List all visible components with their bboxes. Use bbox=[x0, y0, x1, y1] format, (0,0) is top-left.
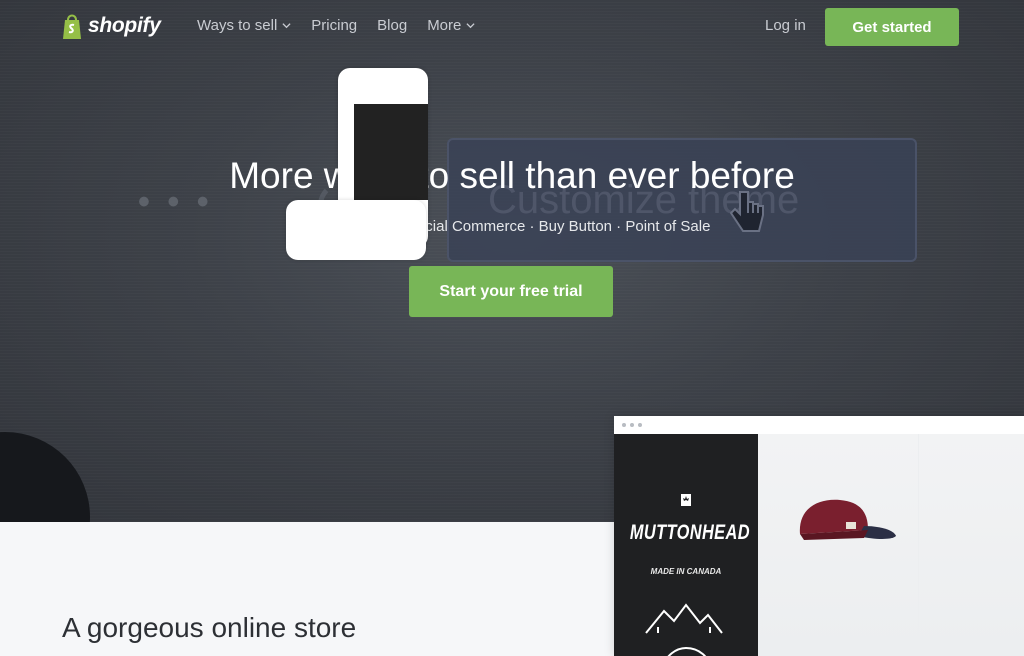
nav-item-label: Pricing bbox=[311, 17, 358, 34]
store-preview-browser: MUTTONHEAD MADE IN CANADA bbox=[614, 416, 1024, 656]
nav-item-ways-to-sell[interactable]: Ways to sell bbox=[197, 17, 291, 34]
browser-toolbar bbox=[614, 416, 1024, 435]
nav-item-label: Ways to sell bbox=[197, 17, 278, 34]
hero-subline: Ecommerce · Social Commerce · Buy Button… bbox=[313, 218, 711, 235]
canada-flag-icon bbox=[677, 494, 695, 506]
nav-item-more[interactable]: More bbox=[427, 17, 475, 34]
mountains-icon bbox=[645, 603, 723, 634]
get-started-button[interactable]: Get started bbox=[825, 8, 959, 46]
emblem-icon bbox=[667, 646, 707, 656]
phone-device bbox=[286, 200, 426, 260]
tablet-screen bbox=[354, 104, 428, 200]
store-brand-name: MUTTONHEAD bbox=[629, 521, 750, 544]
hero-headline: More ways to sell than ever before bbox=[229, 155, 795, 196]
window-dot bbox=[638, 423, 642, 427]
nav-item-pricing[interactable]: Pricing bbox=[311, 17, 357, 34]
window-dot bbox=[630, 423, 634, 427]
login-link[interactable]: Log in bbox=[765, 17, 806, 34]
nav-item-label: Blog bbox=[377, 17, 408, 34]
logo-text: shopify bbox=[88, 14, 161, 37]
start-free-trial-button[interactable]: Start your free trial bbox=[409, 266, 613, 317]
shopify-bag-icon bbox=[63, 14, 81, 39]
top-nav: shopify Ways to sell Pricing Blog More L… bbox=[0, 0, 1024, 56]
product-panel bbox=[758, 434, 1024, 656]
cap-image bbox=[799, 499, 896, 540]
chevron-down-icon bbox=[282, 23, 291, 29]
nav-menu: Ways to sell Pricing Blog More bbox=[197, 17, 495, 34]
hero-bg-circle bbox=[0, 432, 90, 522]
nav-item-blog[interactable]: Blog bbox=[377, 17, 407, 34]
chevron-down-icon bbox=[466, 23, 475, 29]
store-brand-panel: MUTTONHEAD MADE IN CANADA bbox=[614, 434, 758, 656]
nav-item-label: More bbox=[427, 17, 462, 34]
section-title: A gorgeous online store bbox=[62, 612, 357, 643]
store-brand-sub: MADE IN CANADA bbox=[650, 567, 722, 576]
window-dot bbox=[622, 423, 626, 427]
shopify-logo[interactable]: shopify bbox=[62, 10, 161, 42]
